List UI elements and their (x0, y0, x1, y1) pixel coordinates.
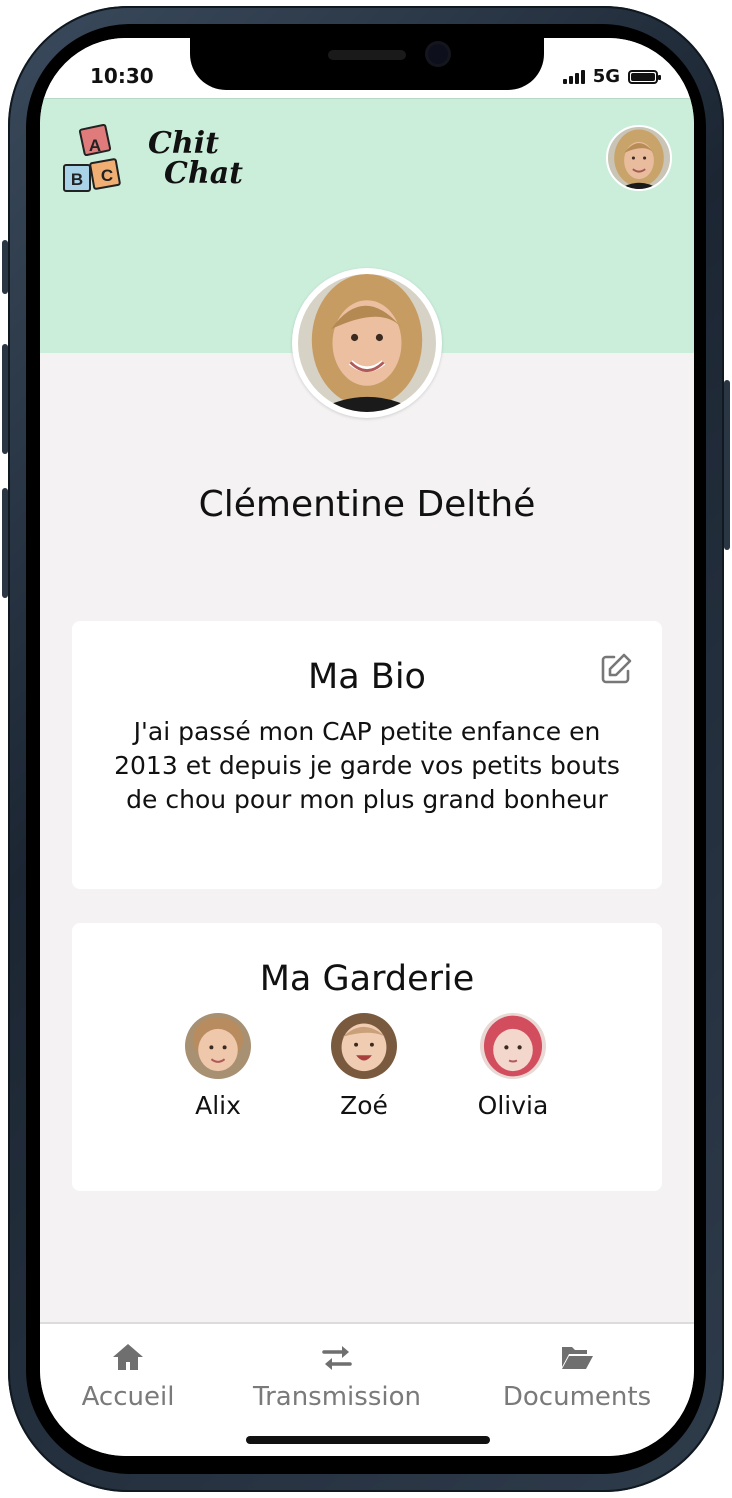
battery-icon (628, 69, 661, 84)
user-avatar-icon (608, 127, 670, 189)
child-name: Alix (195, 1091, 241, 1120)
child-avatar (480, 1013, 546, 1079)
children-list: Alix Zoé Olivia (72, 1013, 662, 1133)
child-name: Olivia (477, 1091, 549, 1120)
status-time: 10:30 (90, 64, 154, 88)
nav-item-transmission[interactable]: Transmission (240, 1340, 434, 1412)
abc-blocks-icon: A B C (63, 123, 121, 192)
nav-label-accueil: Accueil (81, 1382, 175, 1412)
user-avatar-button[interactable] (606, 125, 672, 191)
logo-word-chit: Chit (148, 126, 219, 161)
side-button-power (724, 380, 730, 550)
side-button-volume-down (2, 488, 8, 598)
block-letter-a: A (89, 136, 101, 155)
child-name: Zoé (340, 1091, 388, 1120)
child-avatar (185, 1013, 251, 1079)
logo-word-chat: Chat (164, 156, 243, 191)
status-bar: 10:30 5G (40, 38, 694, 98)
network-label: 5G (592, 66, 620, 87)
block-letter-c: C (101, 166, 113, 185)
side-button-silent (2, 240, 8, 294)
home-indicator[interactable] (246, 1436, 490, 1444)
notch (190, 38, 544, 90)
app-screen: 10:30 5G A B C Chit Chat Clémentine Delt… (40, 38, 694, 1456)
child-item[interactable]: Zoé (309, 1013, 419, 1120)
nav-label-transmission: Transmission (253, 1382, 421, 1412)
front-camera (428, 44, 448, 64)
signal-icon (562, 69, 585, 84)
bottom-nav: Accueil Transmission Documents (40, 1322, 694, 1456)
garderie-title: Ma Garderie (259, 959, 475, 999)
profile-photo[interactable] (292, 268, 442, 418)
app-logo[interactable]: A B C Chit Chat (62, 123, 243, 203)
profile-name: Clémentine Delthé (198, 484, 536, 525)
nav-label-documents: Documents (502, 1382, 652, 1412)
nav-item-accueil[interactable]: Accueil (70, 1340, 186, 1412)
garderie-card: Ma Garderie Alix Zoé Olivia (72, 923, 662, 1191)
transfer-icon (240, 1340, 434, 1374)
bio-title: Ma Bio (308, 657, 426, 697)
speaker-grille (328, 50, 406, 60)
child-item[interactable]: Olivia (458, 1013, 568, 1120)
block-letter-b: B (71, 170, 83, 189)
nav-item-documents[interactable]: Documents (490, 1340, 664, 1412)
folder-open-icon (490, 1340, 664, 1374)
child-item[interactable]: Alix (163, 1013, 273, 1120)
profile-portrait (298, 274, 436, 412)
status-indicators: 5G (562, 66, 661, 87)
child-avatar (331, 1013, 397, 1079)
side-button-volume-up (2, 344, 8, 454)
home-icon (70, 1340, 186, 1374)
edit-icon (601, 653, 632, 684)
logo-wordmark: Chit Chat (148, 129, 243, 189)
bio-card: Ma Bio J'ai passé mon CAP petite enfance… (72, 621, 662, 889)
edit-bio-button[interactable] (598, 651, 634, 687)
bio-text: J'ai passé mon CAP petite enfance en 201… (114, 717, 620, 814)
